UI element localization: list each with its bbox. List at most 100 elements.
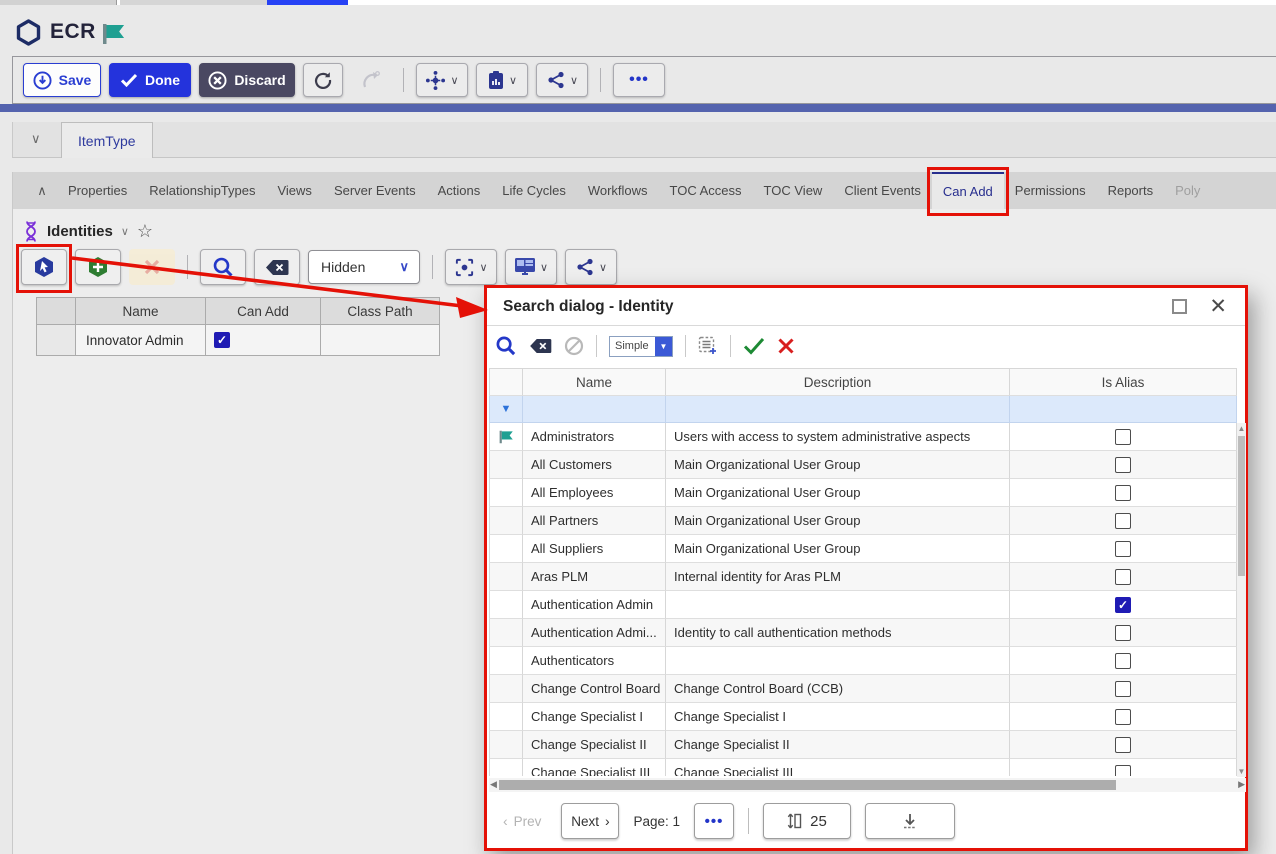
save-button[interactable]: Save	[23, 63, 101, 97]
column-header-is-alias[interactable]: Is Alias	[1010, 368, 1237, 396]
is-alias-checkbox[interactable]	[1115, 681, 1131, 697]
row-handle[interactable]	[489, 647, 523, 675]
table-row[interactable]: All Suppliers Main Organizational User G…	[489, 535, 1237, 563]
table-row[interactable]: Aras PLM Internal identity for Aras PLM	[489, 563, 1237, 591]
add-item-button[interactable]	[75, 249, 121, 285]
confirm-check-icon[interactable]	[743, 337, 765, 355]
more-actions-button[interactable]: •••	[613, 63, 665, 97]
chevron-down-icon[interactable]: ∨	[31, 131, 41, 147]
tab-actions[interactable]: Actions	[427, 172, 492, 209]
row-handle[interactable]	[489, 535, 523, 563]
search-icon[interactable]	[495, 335, 517, 357]
layout-menu-button[interactable]: ∨	[505, 249, 557, 285]
column-header-name[interactable]: Name	[76, 297, 206, 325]
vertical-scrollbar[interactable]: ▲ ▼	[1237, 423, 1246, 777]
share-grid-menu-button[interactable]: ∨	[565, 249, 617, 285]
favorite-star-icon[interactable]: ☆	[137, 222, 153, 240]
is-alias-checkbox[interactable]	[1115, 429, 1131, 445]
can-add-checkbox[interactable]	[214, 332, 230, 348]
is-alias-checkbox[interactable]	[1115, 765, 1131, 777]
table-row[interactable]: Administrators Users with access to syst…	[489, 423, 1237, 451]
row-handle[interactable]	[489, 731, 523, 759]
tab-life-cycles[interactable]: Life Cycles	[491, 172, 577, 209]
discard-button[interactable]: Discard	[199, 63, 295, 97]
column-header-class-path[interactable]: Class Path	[321, 297, 440, 325]
table-row[interactable]: All Employees Main Organizational User G…	[489, 479, 1237, 507]
row-handle[interactable]	[489, 703, 523, 731]
tab-server-events[interactable]: Server Events	[323, 172, 427, 209]
tab-views[interactable]: Views	[266, 172, 322, 209]
table-row[interactable]: Change Specialist I Change Specialist I	[489, 703, 1237, 731]
column-header-description[interactable]: Description	[666, 368, 1010, 396]
filter-name-cell[interactable]	[523, 396, 666, 423]
scrollbar-thumb[interactable]	[1238, 436, 1245, 576]
export-download-button[interactable]	[865, 803, 955, 839]
cancel-x-icon[interactable]	[777, 337, 795, 355]
is-alias-checkbox[interactable]	[1115, 485, 1131, 501]
flag-icon[interactable]	[102, 23, 126, 50]
is-alias-checkbox[interactable]	[1115, 625, 1131, 641]
is-alias-checkbox[interactable]	[1115, 653, 1131, 669]
filter-description-cell[interactable]	[666, 396, 1010, 423]
table-row[interactable]: Authentication Admi... Identity to call …	[489, 619, 1237, 647]
tab-relationshiptypes[interactable]: RelationshipTypes	[138, 172, 266, 209]
navigation-menu-button[interactable]: ∨	[416, 63, 468, 97]
column-header-can-add[interactable]: Can Add	[206, 297, 321, 325]
tab-client-events[interactable]: Client Events	[833, 172, 932, 209]
itemtype-tab[interactable]: ItemType	[61, 122, 153, 158]
tab-permissions[interactable]: Permissions	[1004, 172, 1097, 209]
maximize-icon[interactable]	[1172, 299, 1187, 314]
filter-row[interactable]: ▼	[489, 396, 1237, 423]
clear-search-button[interactable]	[254, 249, 300, 285]
add-criteria-row-icon[interactable]	[698, 336, 718, 356]
column-header-name[interactable]: Name	[523, 368, 666, 396]
scroll-down-arrow[interactable]: ▼	[1237, 767, 1246, 776]
is-alias-checkbox[interactable]	[1115, 737, 1131, 753]
table-row[interactable]: All Customers Main Organizational User G…	[489, 451, 1237, 479]
row-handle[interactable]	[489, 451, 523, 479]
is-alias-checkbox[interactable]	[1115, 569, 1131, 585]
close-icon[interactable]: ✕	[1209, 296, 1227, 317]
tab-workflows[interactable]: Workflows	[577, 172, 659, 209]
reports-menu-button[interactable]: ∨	[476, 63, 528, 97]
is-alias-checkbox[interactable]	[1115, 457, 1131, 473]
row-handle[interactable]	[489, 619, 523, 647]
select-items-button[interactable]	[21, 249, 67, 285]
row-handle[interactable]	[489, 675, 523, 703]
is-alias-checkbox[interactable]	[1115, 513, 1131, 529]
row-handle[interactable]	[489, 479, 523, 507]
itemtype-accordion[interactable]: ∨ ItemType	[12, 122, 1276, 158]
row-handle[interactable]	[489, 423, 523, 451]
table-row[interactable]: Authenticators	[489, 647, 1237, 675]
tab-can-add[interactable]: Can Add	[932, 172, 1004, 209]
scrollbar-thumb[interactable]	[499, 780, 1116, 790]
table-row[interactable]: Change Control Board Change Control Boar…	[489, 675, 1237, 703]
cell-class-path[interactable]	[321, 325, 440, 356]
row-handle[interactable]	[489, 563, 523, 591]
page-size-control[interactable]: 25	[763, 803, 851, 839]
tab-poly[interactable]: Poly	[1164, 172, 1211, 209]
backspace-icon[interactable]	[529, 338, 552, 354]
next-page-button[interactable]: Next ›	[561, 803, 619, 839]
table-row[interactable]: Authentication Admin	[489, 591, 1237, 619]
horizontal-scrollbar[interactable]: ◀ ▶	[489, 778, 1246, 792]
row-handle[interactable]	[36, 325, 76, 356]
share-menu-button[interactable]: ∨	[536, 63, 588, 97]
row-handle[interactable]	[489, 759, 523, 776]
tab-reports[interactable]: Reports	[1097, 172, 1165, 209]
table-row[interactable]: Change Specialist III Change Specialist …	[489, 759, 1237, 776]
tab-toc-view[interactable]: TOC View	[753, 172, 834, 209]
row-handle[interactable]	[489, 591, 523, 619]
table-row[interactable]: All Partners Main Organizational User Gr…	[489, 507, 1237, 535]
row-handle[interactable]	[489, 507, 523, 535]
tab-properties[interactable]: Properties	[57, 172, 138, 209]
table-row[interactable]: Change Specialist II Change Specialist I…	[489, 731, 1237, 759]
scroll-left-arrow[interactable]: ◀	[490, 779, 497, 790]
filter-triangle-icon[interactable]: ▼	[501, 403, 512, 415]
table-row[interactable]: Innovator Admin	[36, 325, 440, 356]
done-button[interactable]: Done	[109, 63, 191, 97]
scroll-right-arrow[interactable]: ▶	[1238, 779, 1245, 790]
search-mode-select[interactable]: Simple ▼	[609, 336, 673, 357]
cell-name[interactable]: Innovator Admin	[76, 325, 206, 356]
is-alias-checkbox[interactable]	[1115, 597, 1131, 613]
